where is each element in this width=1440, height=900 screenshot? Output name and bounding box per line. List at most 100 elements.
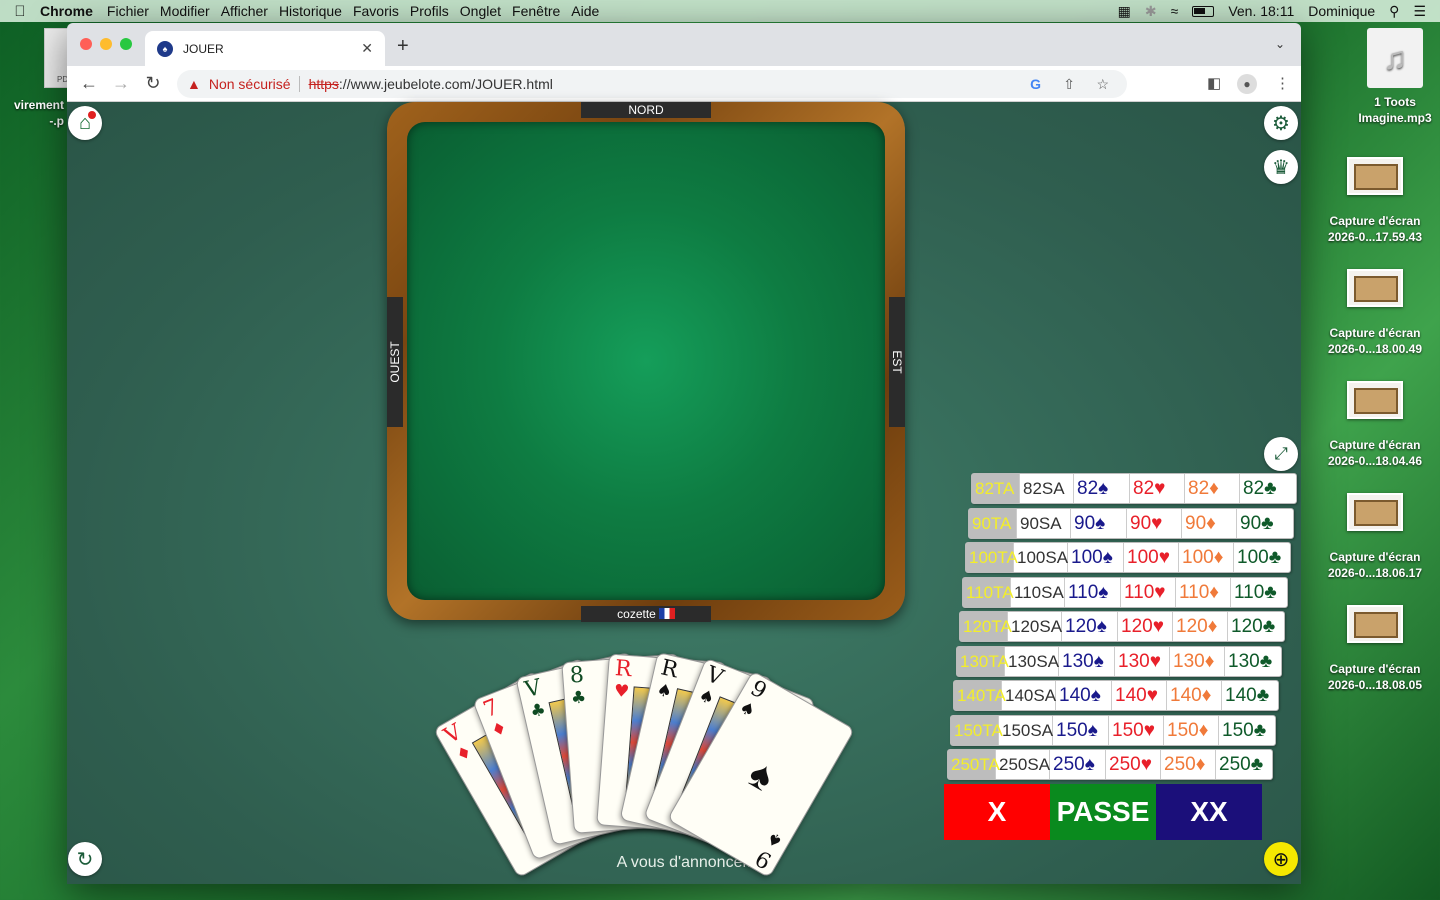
bookmark-star-icon[interactable]: ☆: [1096, 76, 1109, 93]
trophy-button[interactable]: ♛: [1264, 150, 1298, 184]
close-window-button[interactable]: [80, 38, 92, 50]
bid-option-ta[interactable]: 120TA: [960, 612, 1012, 641]
bid-option-pi[interactable]: 100♠: [1068, 543, 1124, 572]
bid-option-ta[interactable]: 130TA: [957, 646, 1009, 676]
google-lens-icon[interactable]: G: [1030, 76, 1041, 92]
bluetooth-icon[interactable]: ✱: [1145, 3, 1157, 20]
bid-option-sa[interactable]: 250SA: [996, 750, 1050, 779]
bid-option-sa[interactable]: 130SA: [1005, 646, 1059, 676]
menu-profils[interactable]: Profils: [410, 3, 460, 19]
fullscreen-button[interactable]: ⤢: [1264, 437, 1298, 471]
bid-option-co[interactable]: 130♥: [1115, 646, 1170, 676]
spotlight-icon[interactable]: ⚲: [1389, 3, 1399, 20]
bid-option-pi[interactable]: 150♠: [1053, 715, 1109, 745]
tab-search-chevron-icon[interactable]: ⌄: [1275, 37, 1285, 51]
bid-option-tr[interactable]: 90♣: [1237, 509, 1293, 538]
menu-afficher[interactable]: Afficher: [221, 3, 279, 19]
bid-option-sa[interactable]: 90SA: [1017, 508, 1071, 538]
bid-option-sa[interactable]: 140SA: [1002, 681, 1056, 710]
desktop-screenshot-2[interactable]: Capture d'écran 2026-0...18.00.49: [1320, 269, 1430, 357]
bid-option-co[interactable]: 250♥: [1106, 750, 1161, 779]
bid-option-sa[interactable]: 150SA: [999, 715, 1053, 745]
warning-icon[interactable]: ▲: [187, 76, 201, 92]
redouble-button[interactable]: XX: [1156, 784, 1262, 840]
pass-button[interactable]: PASSE: [1050, 784, 1156, 840]
clock[interactable]: Ven. 18:11: [1228, 3, 1294, 19]
bid-option-ca[interactable]: 110♦: [1176, 577, 1231, 607]
bid-option-pi[interactable]: 110♠: [1065, 577, 1121, 607]
apple-icon[interactable]: : [0, 3, 40, 20]
bid-option-co[interactable]: 100♥: [1124, 543, 1179, 572]
bid-option-ta[interactable]: 150TA: [951, 715, 1003, 745]
side-panel-icon[interactable]: ◧: [1207, 74, 1221, 92]
bid-option-pi[interactable]: 90♠: [1071, 508, 1127, 538]
bid-option-ca[interactable]: 100♦: [1179, 543, 1234, 572]
bid-option-tr[interactable]: 110♣: [1231, 578, 1287, 607]
bid-option-tr[interactable]: 250♣: [1216, 750, 1272, 779]
tab-jouer[interactable]: ♠ JOUER ✕: [145, 31, 385, 66]
bid-option-ta[interactable]: 110TA: [963, 577, 1014, 607]
security-label[interactable]: Non sécurisé: [209, 76, 291, 92]
bid-option-pi[interactable]: 140♠: [1056, 681, 1112, 710]
bid-option-pi[interactable]: 250♠: [1050, 750, 1106, 779]
double-button[interactable]: X: [944, 784, 1050, 840]
chrome-menu-icon[interactable]: ⋮: [1275, 74, 1290, 92]
bid-option-co[interactable]: 110♥: [1121, 577, 1176, 607]
bid-option-ta[interactable]: 82TA: [972, 474, 1020, 503]
battery-icon[interactable]: [1192, 5, 1215, 17]
screen-share-icon[interactable]: ▦: [1118, 3, 1131, 20]
bid-option-ca[interactable]: 90♦: [1182, 508, 1237, 538]
bid-option-co[interactable]: 120♥: [1118, 612, 1173, 641]
wifi-icon[interactable]: ≈: [1171, 3, 1179, 19]
bid-option-tr[interactable]: 120♣: [1228, 612, 1284, 641]
bid-option-co[interactable]: 140♥: [1112, 681, 1167, 710]
bid-option-pi[interactable]: 130♠: [1059, 646, 1115, 676]
bid-option-tr[interactable]: 150♣: [1219, 716, 1275, 745]
bid-option-sa[interactable]: 100SA: [1014, 543, 1068, 572]
bid-option-tr[interactable]: 140♣: [1222, 681, 1278, 710]
bid-option-sa[interactable]: 110SA: [1011, 577, 1065, 607]
close-tab-icon[interactable]: ✕: [361, 40, 373, 57]
menu-aide[interactable]: Aide: [571, 3, 610, 19]
bid-option-ca[interactable]: 120♦: [1173, 612, 1228, 641]
settings-button[interactable]: ⚙: [1264, 106, 1298, 140]
new-tab-button[interactable]: +: [397, 35, 409, 58]
menu-fichier[interactable]: Fichier: [107, 3, 160, 19]
menu-onglet[interactable]: Onglet: [460, 3, 512, 19]
bid-option-pi[interactable]: 82♠: [1074, 474, 1130, 503]
zoom-window-button[interactable]: [120, 38, 132, 50]
bid-option-ta[interactable]: 100TA: [966, 543, 1018, 572]
control-center-icon[interactable]: ☰: [1413, 3, 1426, 20]
bid-option-ta[interactable]: 140TA: [954, 681, 1006, 710]
share-icon[interactable]: ⇧: [1063, 76, 1075, 93]
bid-option-ta[interactable]: 250TA: [948, 750, 1000, 779]
bid-option-ca[interactable]: 82♦: [1185, 474, 1240, 503]
menu-favoris[interactable]: Favoris: [353, 3, 410, 19]
address-bar[interactable]: ▲ Non sécurisé https ://www.jeubelote.co…: [177, 70, 1127, 98]
bid-option-ca[interactable]: 250♦: [1161, 750, 1216, 779]
reload-button[interactable]: ↻: [137, 73, 169, 94]
bid-option-co[interactable]: 150♥: [1109, 715, 1164, 745]
forward-button[interactable]: →: [105, 73, 137, 94]
desktop-screenshot-1[interactable]: Capture d'écran 2026-0...17.59.43: [1320, 157, 1430, 245]
desktop-screenshot-3[interactable]: Capture d'écran 2026-0...18.04.46: [1320, 381, 1430, 469]
menu-fenetre[interactable]: Fenêtre: [512, 3, 571, 19]
bid-option-tr[interactable]: 100♣: [1234, 543, 1290, 572]
back-button[interactable]: ←: [73, 73, 105, 94]
user-name[interactable]: Dominique: [1308, 3, 1375, 19]
bid-option-tr[interactable]: 82♣: [1240, 474, 1296, 503]
bid-option-ca[interactable]: 150♦: [1164, 715, 1219, 745]
bid-option-tr[interactable]: 130♣: [1225, 647, 1281, 676]
menu-historique[interactable]: Historique: [279, 3, 353, 19]
menu-modifier[interactable]: Modifier: [160, 3, 221, 19]
bid-option-co[interactable]: 90♥: [1127, 508, 1182, 538]
bid-option-sa[interactable]: 82SA: [1020, 474, 1074, 503]
desktop-screenshot-5[interactable]: Capture d'écran 2026-0...18.08.05: [1320, 605, 1430, 693]
home-button[interactable]: ⌂: [68, 106, 102, 140]
desktop-file-virement[interactable]: virement -.p: [0, 97, 64, 129]
desktop-screenshot-4[interactable]: Capture d'écran 2026-0...18.06.17: [1320, 493, 1430, 581]
bid-option-ca[interactable]: 140♦: [1167, 681, 1222, 710]
bid-option-ca[interactable]: 130♦: [1170, 646, 1225, 676]
profile-avatar-icon[interactable]: ●: [1237, 74, 1257, 94]
bid-option-co[interactable]: 82♥: [1130, 474, 1185, 503]
